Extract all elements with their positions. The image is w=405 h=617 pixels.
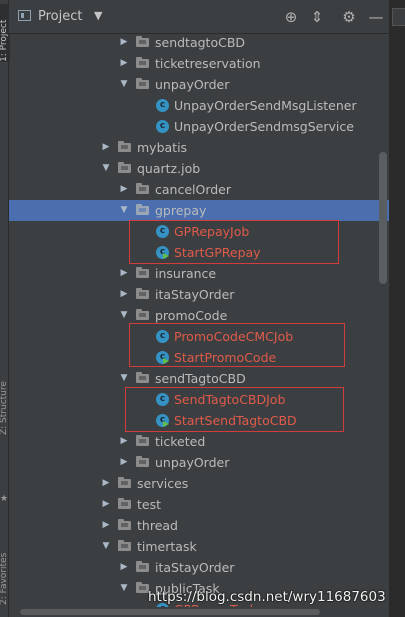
tree-item-label: sendtagtoCBD <box>155 35 246 50</box>
expand-arrow-right-icon[interactable]: ▶ <box>100 473 112 494</box>
expand-arrow-right-icon[interactable]: ▶ <box>100 494 112 515</box>
project-panel-header: Project ▼ ⊕ ⇕ ⚙ — <box>9 0 389 34</box>
tree-folder-row[interactable]: ▶ insurance <box>9 263 389 284</box>
tree-item-label: itaStayOrder <box>155 560 235 575</box>
tree-folder-row[interactable]: ▶ ticketreservation <box>9 53 389 74</box>
tree-class-row[interactable]: c UnpayOrderSendMsgListener <box>9 95 389 116</box>
expand-arrow-down-icon[interactable]: ▼ <box>100 158 112 179</box>
package-folder-icon <box>136 372 149 383</box>
triangle-down-icon[interactable]: ▼ <box>94 9 102 22</box>
tree-item-label: cancelOrder <box>155 182 232 197</box>
expand-arrow-right-icon[interactable]: ▶ <box>118 284 130 305</box>
tree-item-label: quartz.job <box>137 161 201 176</box>
project-tree: ▶ sendtagtoCBD ▶ ticketreservation ▼ unpayOrd… <box>9 34 389 607</box>
vertical-scrollbar[interactable] <box>379 152 387 284</box>
minimize-icon[interactable]: — <box>366 7 386 27</box>
package-folder-icon <box>118 162 131 173</box>
horizontal-scrollbar[interactable] <box>20 609 320 615</box>
tree-folder-row[interactable]: ▼ gprepay <box>9 200 389 221</box>
expand-arrow-down-icon[interactable]: ▼ <box>118 368 130 389</box>
tree-item-label: UnpayOrderSendmsgService <box>174 119 354 134</box>
collapse-all-icon[interactable]: ⇕ <box>307 7 327 27</box>
expand-arrow-down-icon[interactable]: ▼ <box>118 200 130 221</box>
favorites-star-icon: ★ <box>0 494 9 504</box>
tool-window-strip: 1: Project Z: Structure ★ 2: Favorites <box>0 0 10 617</box>
tree-folder-row[interactable]: ▶ thread <box>9 515 389 536</box>
tree-class-row[interactable]: c UnpayOrderSendmsgService <box>9 116 389 137</box>
package-folder-icon <box>118 540 131 551</box>
package-folder-icon <box>118 141 131 152</box>
tree-folder-row[interactable]: ▼ timertask <box>9 536 389 557</box>
package-folder-icon <box>118 498 131 509</box>
tree-folder-row[interactable]: ▶ services <box>9 473 389 494</box>
tree-folder-row[interactable]: ▶ sendtagtoCBD <box>9 34 389 53</box>
gear-icon[interactable]: ⚙ <box>339 7 359 27</box>
tree-folder-row[interactable]: ▶ cancelOrder <box>9 179 389 200</box>
package-folder-icon <box>136 456 149 467</box>
package-folder-icon <box>136 57 149 68</box>
expand-arrow-right-icon[interactable]: ▶ <box>118 34 130 53</box>
tree-item-label: itaStayOrder <box>155 287 235 302</box>
project-view-icon <box>18 10 31 21</box>
highlight-box-promocode <box>129 323 345 367</box>
package-folder-icon <box>136 288 149 299</box>
expand-arrow-right-icon[interactable]: ▶ <box>118 557 130 578</box>
tree-folder-row[interactable]: ▶ unpayOrder <box>9 452 389 473</box>
watermark: https://blog.csdn.net/wry11687603 <box>148 589 386 605</box>
expand-arrow-right-icon[interactable]: ▶ <box>118 179 130 200</box>
tree-folder-row[interactable]: ▶ test <box>9 494 389 515</box>
highlight-box-sendtagtocbd <box>125 387 344 432</box>
expand-arrow-right-icon[interactable]: ▶ <box>118 431 130 452</box>
tree-item-label: mybatis <box>137 140 188 155</box>
highlight-box-gprepay <box>129 220 339 264</box>
tree-item-label: unpayOrder <box>155 455 230 470</box>
tree-item-label: gprepay <box>155 203 207 218</box>
java-class-icon: c <box>156 120 169 133</box>
tree-folder-row[interactable]: ▼ unpayOrder <box>9 74 389 95</box>
tree-item-label: timertask <box>137 539 197 554</box>
package-folder-icon <box>136 267 149 278</box>
package-folder-icon <box>136 36 149 47</box>
tree-item-label: ticketed <box>155 434 206 449</box>
expand-arrow-down-icon[interactable]: ▼ <box>118 578 130 599</box>
tree-item-label: thread <box>137 518 178 533</box>
expand-arrow-right-icon[interactable]: ▶ <box>118 263 130 284</box>
tree-item-label: UnpayOrderSendMsgListener <box>174 98 357 113</box>
expand-arrow-right-icon[interactable]: ▶ <box>100 515 112 536</box>
package-folder-icon <box>136 78 149 89</box>
tree-folder-row[interactable]: ▶ itaStayOrder <box>9 557 389 578</box>
editor-tab-edge[interactable] <box>392 8 405 26</box>
expand-arrow-down-icon[interactable]: ▼ <box>100 536 112 557</box>
tree-folder-row[interactable]: ▼ quartz.job <box>9 158 389 179</box>
expand-arrow-down-icon[interactable]: ▼ <box>118 74 130 95</box>
locate-target-icon[interactable]: ⊕ <box>281 7 301 27</box>
package-folder-icon <box>136 204 149 215</box>
tree-folder-row[interactable]: ▶ mybatis <box>9 137 389 158</box>
expand-arrow-right-icon[interactable]: ▶ <box>100 137 112 158</box>
tree-item-label: insurance <box>155 266 217 281</box>
tree-item-label: test <box>137 497 162 512</box>
tree-item-label: services <box>137 476 189 491</box>
tree-item-label: sendTagtoCBD <box>155 371 246 386</box>
package-folder-icon <box>118 477 131 488</box>
tree-folder-row[interactable]: ▶ itaStayOrder <box>9 284 389 305</box>
editor-edge <box>389 0 405 617</box>
package-folder-icon <box>136 435 149 446</box>
package-folder-icon <box>136 561 149 572</box>
tree-item-label: unpayOrder <box>155 77 230 92</box>
view-selector-label[interactable]: Project <box>38 9 82 24</box>
tree-item-label: ticketreservation <box>155 56 261 71</box>
tree-folder-row[interactable]: ▶ ticketed <box>9 431 389 452</box>
tree-folder-row[interactable]: ▼ sendTagtoCBD <box>9 368 389 389</box>
package-folder-icon <box>118 519 131 530</box>
expand-arrow-right-icon[interactable]: ▶ <box>118 452 130 473</box>
package-folder-icon <box>136 309 149 320</box>
expand-arrow-right-icon[interactable]: ▶ <box>118 53 130 74</box>
java-class-icon: c <box>156 99 169 112</box>
package-folder-icon <box>136 183 149 194</box>
